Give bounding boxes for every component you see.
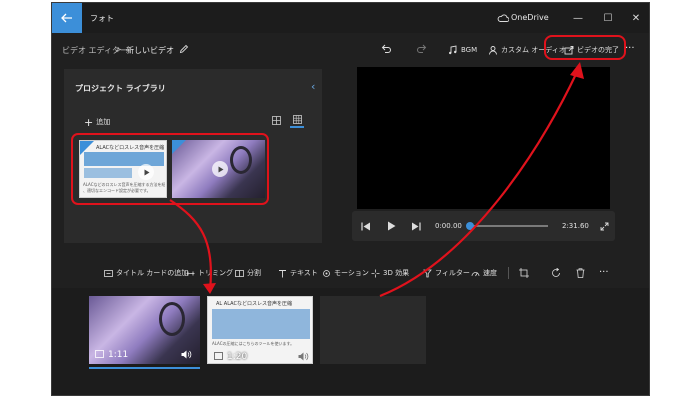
annotation-arrows [169,62,584,298]
storyboard-to-finish-arrow [379,71,578,298]
library-to-storyboard-arrow [169,199,212,291]
storyboard-to-finish-arrowhead [570,62,584,79]
library-to-storyboard-arrowhead [203,283,216,294]
